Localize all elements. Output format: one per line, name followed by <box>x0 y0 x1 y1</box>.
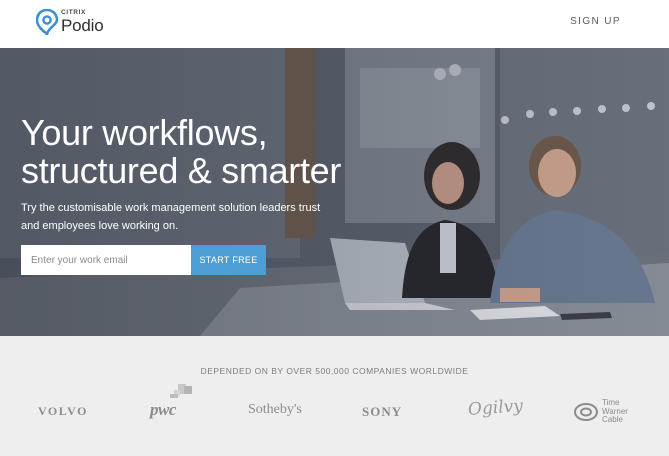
sothebys-logo: Sotheby's <box>248 402 302 417</box>
time-warner-cable-logo: Time Warner Cable <box>573 398 628 425</box>
twc-line-3: Cable <box>602 415 623 424</box>
email-signup-form: START FREE <box>21 245 266 275</box>
work-email-input[interactable] <box>21 245 191 275</box>
customer-logos-section: DEPENDED ON BY OVER 500,000 COMPANIES WO… <box>0 336 669 456</box>
sign-up-link[interactable]: SIGN UP <box>570 16 621 27</box>
sony-logo: SONY <box>362 404 403 419</box>
volvo-logo: VOLVO <box>38 404 88 418</box>
podio-pin-icon <box>36 9 58 35</box>
hero-overlay <box>0 48 669 336</box>
hero-title-line-2: structured & smarter <box>21 150 342 191</box>
twc-wordmark: Time Warner Cable <box>602 398 628 425</box>
hero-section: Your workflows, structured & smarter Try… <box>0 48 669 336</box>
customers-heading: DEPENDED ON BY OVER 500,000 COMPANIES WO… <box>200 366 469 376</box>
pwc-wordmark: pwc <box>150 400 176 419</box>
brand-podio-label: Podio <box>61 16 104 36</box>
podio-logo[interactable]: CITRIX Podio <box>36 9 104 36</box>
hero-subtitle: Try the customisable work management sol… <box>21 202 321 232</box>
start-free-button[interactable]: START FREE <box>191 245 266 275</box>
ogilvy-logo: Ogilvy <box>467 396 524 420</box>
hero-title-line-1: Your workflows, <box>21 112 268 153</box>
twc-eye-icon <box>574 402 598 421</box>
hero-title: Your workflows, structured & smarter <box>21 114 341 190</box>
site-header: CITRIX Podio SIGN UP <box>0 0 669 48</box>
